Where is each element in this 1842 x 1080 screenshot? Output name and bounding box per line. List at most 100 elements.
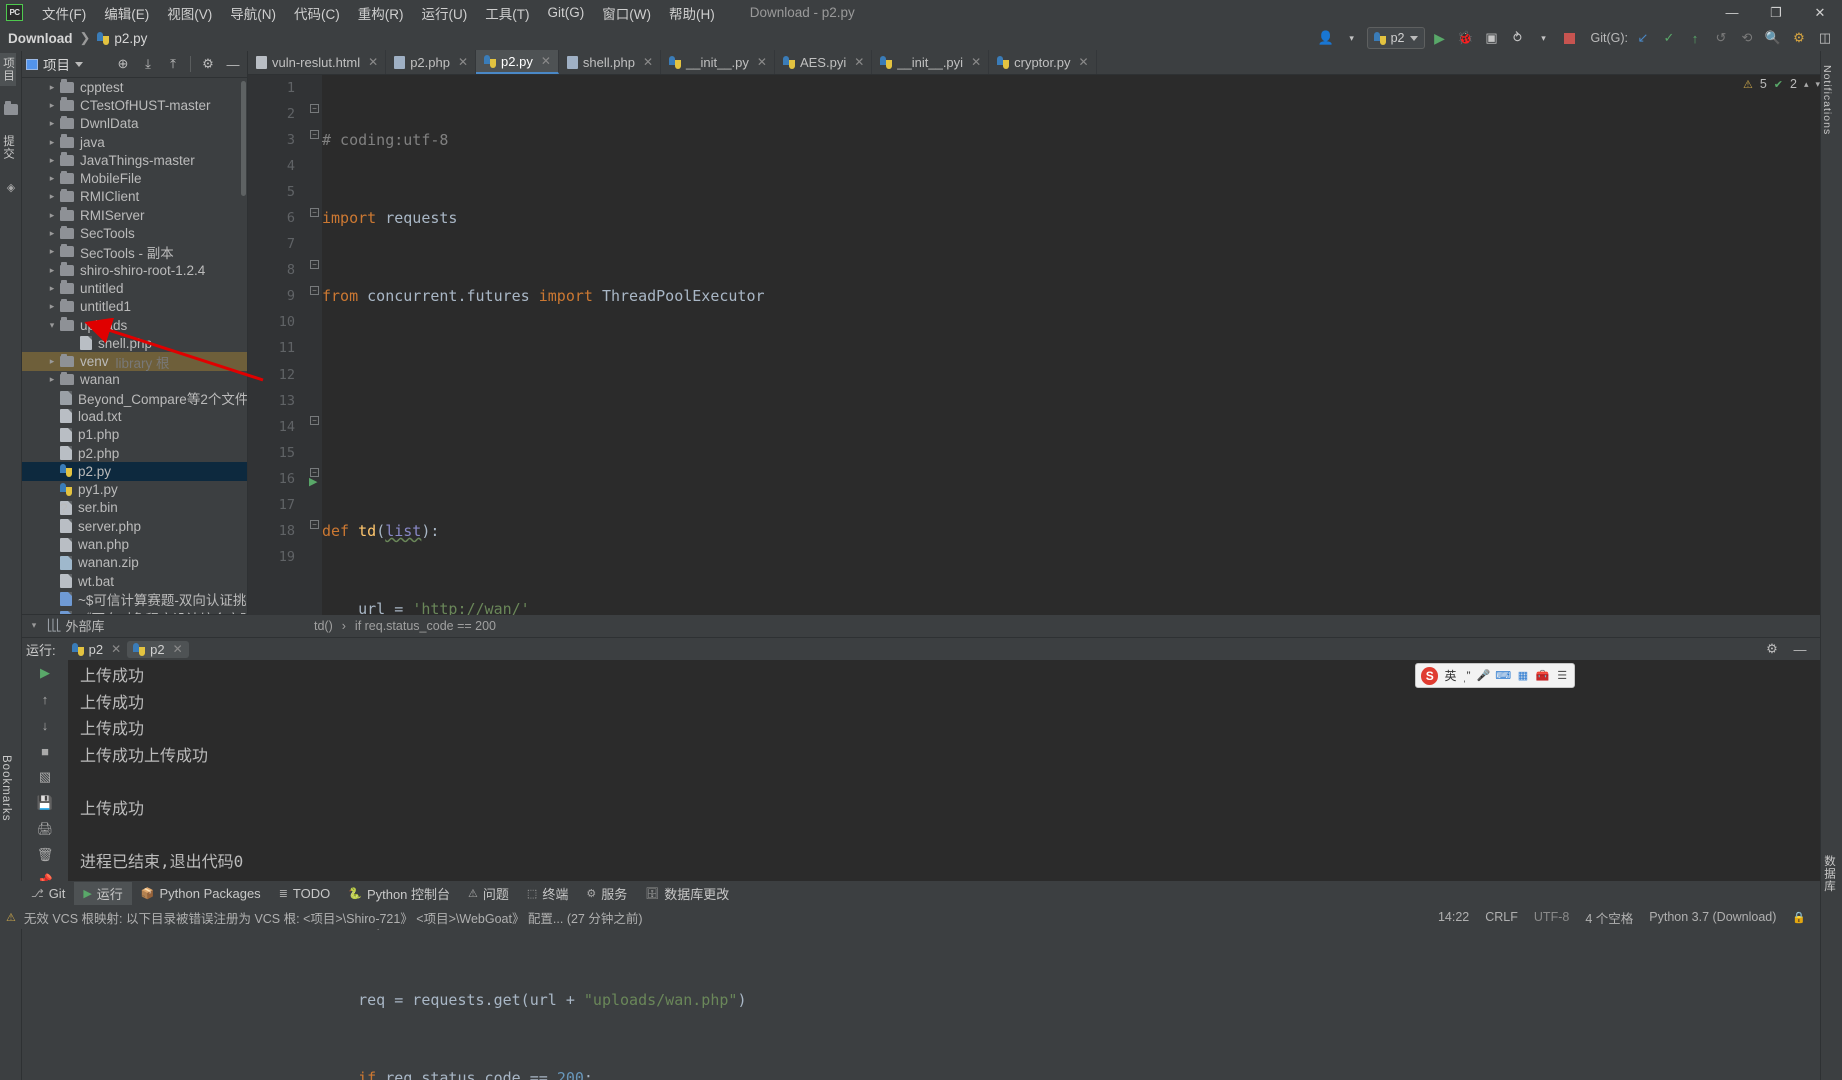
project-panel-chevron-icon[interactable] (75, 61, 83, 67)
database-tab[interactable]: 数据库 (1821, 851, 1837, 897)
git-commit-icon[interactable]: ✓ (1658, 27, 1680, 49)
person-icon[interactable]: 👤 (1315, 27, 1337, 49)
chevron-down-icon[interactable]: ▾ (1341, 27, 1363, 49)
rerun-button[interactable]: ▶ (22, 660, 68, 686)
git-update-icon[interactable]: ↙ (1632, 27, 1654, 49)
editor-tab[interactable]: p2.py ✕ (476, 50, 559, 74)
status-line-separator[interactable]: CRLF (1485, 910, 1518, 924)
tree-row[interactable]: wt.bat (22, 572, 247, 590)
editor-tab[interactable]: cryptor.py ✕ (989, 50, 1097, 74)
fold-marker-files[interactable]: − (310, 260, 319, 269)
chevron-right-icon[interactable] (44, 118, 60, 129)
tree-row[interactable]: DwnlData (22, 115, 247, 133)
close-icon-2[interactable]: ✕ (173, 642, 183, 656)
external-libraries-row[interactable]: ⎣⎣⎣ 外部库 (22, 614, 248, 636)
clear-all-button[interactable]: 🗑 (22, 842, 68, 868)
locate-icon[interactable]: ⊕ (113, 54, 133, 74)
fold-marker-if[interactable]: − (310, 468, 319, 477)
chevron-right-icon[interactable] (44, 283, 60, 294)
tool-python-console[interactable]: 🐍 Python 控制台 (339, 882, 459, 905)
tree-row[interactable]: cpptest (22, 78, 247, 96)
menu-window[interactable]: 窗口(W) (593, 0, 660, 26)
chevron-right-icon[interactable] (44, 155, 60, 166)
chevron-right-icon[interactable] (44, 374, 60, 385)
tool-git[interactable]: ⎇ Git (22, 884, 74, 903)
tree-row[interactable]: ~$可信计算赛题-双向认证挑战模式.do (22, 590, 247, 608)
close-icon[interactable]: ✕ (971, 55, 981, 69)
chevron-right-icon[interactable] (44, 301, 60, 312)
tree-row[interactable]: Beyond_Compare等2个文件.rar (22, 389, 247, 407)
editor-tab[interactable]: shell.php ✕ (559, 50, 662, 74)
tree-row[interactable]: SecTools (22, 224, 247, 242)
code-content[interactable]: # coding:utf-8 import requests from conc… (322, 75, 1842, 1080)
tool-window-bar[interactable]: ⎇ Git ▶ 运行 📦 Python Packages ≣ TODO 🐍 Python 控制台 ⚠… (0, 881, 1842, 905)
fold-marker-print[interactable]: − (310, 416, 319, 425)
tree-row[interactable]: CTestOfHUST-master (22, 96, 247, 114)
tree-row[interactable]: untitled1 (22, 298, 247, 316)
tree-row[interactable]: uploads (22, 316, 247, 334)
tree-row[interactable]: p1.php (22, 426, 247, 444)
fold-marker-def[interactable]: − (310, 208, 319, 217)
menu-edit[interactable]: 编辑(E) (95, 0, 158, 26)
tree-row[interactable]: wanan (22, 371, 247, 389)
ime-mode-label[interactable]: 英 (1444, 667, 1456, 684)
editor-tab[interactable]: __init__.py ✕ (661, 50, 775, 74)
fold-marker-with[interactable]: − (310, 520, 319, 529)
search-icon[interactable]: 🔍 (1762, 27, 1784, 49)
keyboard-icon[interactable]: ⌨ (1495, 669, 1511, 683)
chevron-right-icon[interactable] (44, 265, 60, 276)
close-icon[interactable]: ✕ (854, 55, 864, 69)
breadcrumb-statement[interactable]: if req.status_code == 200 (355, 619, 496, 633)
status-interpreter[interactable]: Python 3.7 (Download) (1649, 910, 1776, 924)
fold-marker-files2[interactable]: − (310, 286, 319, 295)
chevron-down-icon-2[interactable]: ▾ (1533, 27, 1555, 49)
chevron-right-icon[interactable] (44, 82, 60, 93)
tree-row[interactable]: shiro-shiro-root-1.2.4 (22, 261, 247, 279)
debug-button[interactable]: 🐞 (1455, 27, 1477, 49)
git-history-icon[interactable]: ↺ (1710, 27, 1732, 49)
toolbox-icon[interactable]: 🧰 (1536, 669, 1550, 683)
chevron-right-icon[interactable] (44, 210, 60, 221)
export-button[interactable]: 💾 (22, 790, 68, 816)
tool-commit-tab[interactable]: 提交 (0, 131, 16, 164)
close-icon[interactable]: ✕ (458, 55, 468, 69)
console-output[interactable]: 上传成功 上传成功 上传成功 上传成功上传成功 上传成功 进程已结束,退出代码0 (68, 660, 1820, 882)
close-button[interactable]: ✕ (1798, 0, 1842, 25)
editor-tab-bar[interactable]: vuln-reslut.html ✕ p2.php ✕ p2.py ✕ shell.php ✕… (248, 50, 1842, 75)
chevron-right-icon[interactable] (44, 191, 60, 202)
tree-row[interactable]: RMIServer (22, 206, 247, 224)
tool-bookmarks-tab[interactable]: Bookmarks (0, 751, 12, 826)
lock-icon[interactable]: 🔒 (1792, 911, 1806, 924)
code-editor[interactable]: 1 2 3 4 5 6 7 8 9 10 11 12 13 14 15 16 17 18 19 ▶ − − − − … (248, 75, 1842, 1080)
tree-row[interactable]: shell.php (22, 334, 247, 352)
tool-problems[interactable]: ⚠ 问题 (459, 882, 518, 905)
scroll-up-button[interactable]: ↑ (22, 686, 68, 712)
menu-code[interactable]: 代码(C) (285, 0, 349, 26)
status-message[interactable]: 无效 VCS 根映射: 以下目录被错误注册为 VCS 根: <项目>\Shiro… (24, 908, 643, 927)
editor-tab[interactable]: p2.php ✕ (386, 50, 477, 74)
menu-file[interactable]: 文件(F) (33, 0, 95, 26)
chevron-right-icon[interactable] (44, 100, 60, 111)
project-tree[interactable]: cpptest CTestOfHUST-master DwnlData java Jav… (22, 78, 247, 636)
chevron-right-icon[interactable] (44, 246, 60, 257)
ime-menu-icon[interactable]: ☰ (1555, 669, 1569, 683)
run-configuration-selector[interactable]: p2 (1366, 27, 1425, 49)
layout-icon[interactable]: ◫ (1814, 27, 1836, 49)
tool-project-tab[interactable]: 项目 (0, 53, 16, 86)
editor-tab[interactable]: vuln-reslut.html ✕ (248, 50, 387, 74)
run-button[interactable]: ▶ (1429, 27, 1451, 49)
close-icon[interactable]: ✕ (541, 54, 551, 68)
tree-row[interactable]: venv library 根 (22, 352, 247, 371)
tree-row[interactable]: p2.py (22, 462, 247, 481)
close-icon[interactable]: ✕ (111, 642, 121, 656)
run-panel-hide-icon[interactable]: — (1790, 639, 1810, 659)
fold-marker-from[interactable]: − (310, 130, 319, 139)
panel-icon[interactable]: ▦ (1516, 669, 1530, 683)
run-tab-1[interactable]: p2 ✕ (66, 641, 128, 658)
tree-row[interactable]: java (22, 133, 247, 151)
tree-row[interactable]: load.txt (22, 407, 247, 425)
stop-button[interactable] (1559, 27, 1581, 49)
folder-icon[interactable] (0, 99, 22, 119)
scroll-down-button[interactable]: ↓ (22, 712, 68, 738)
microphone-icon[interactable]: 🎤 (1476, 669, 1490, 683)
